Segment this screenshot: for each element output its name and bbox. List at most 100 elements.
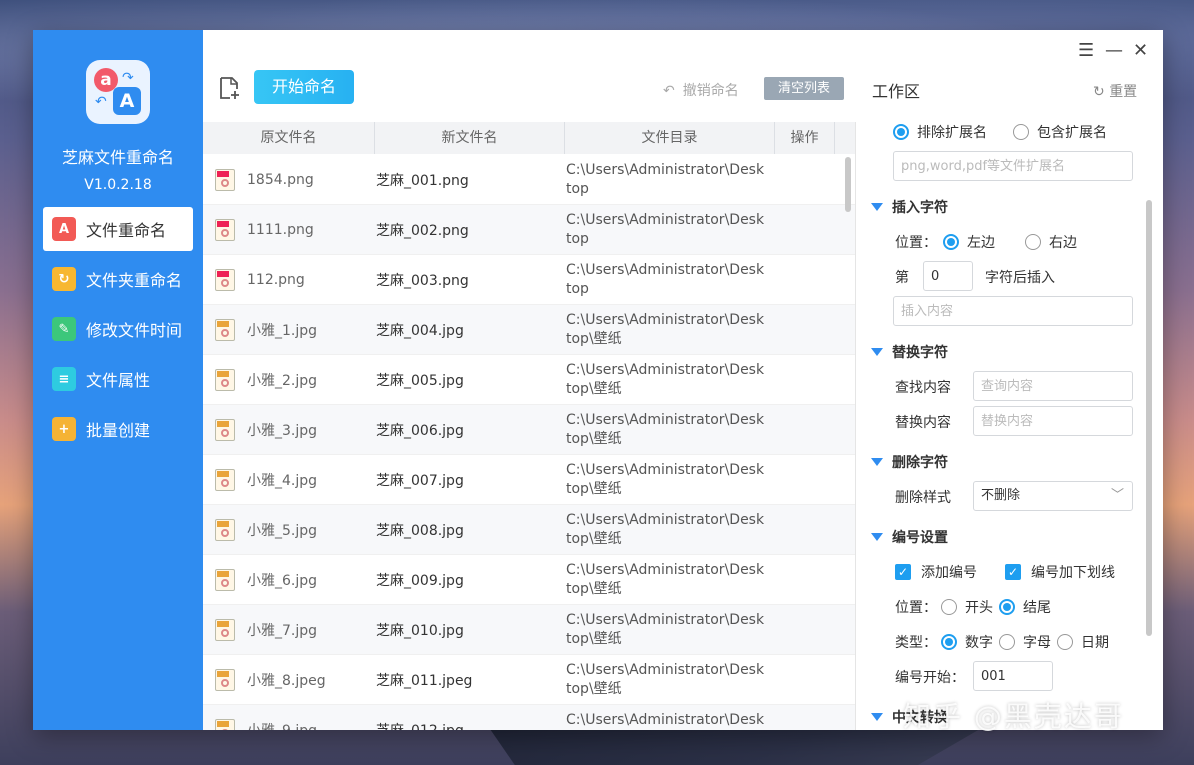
table-row[interactable]: 小雅_2.jpg 芝麻_005.jpg C:\Users\Administrator…: [203, 355, 855, 405]
folder-rename-icon: ↻: [52, 267, 76, 291]
new-name-cell: 芝麻_011.jpeg: [376, 672, 473, 689]
close-icon[interactable]: ✕: [1133, 40, 1148, 61]
column-header[interactable]: 原文件名: [203, 122, 375, 154]
table-row[interactable]: 1111.png 芝麻_002.png C:\Users\Administrator…: [203, 205, 855, 255]
sidebar-item-file-attr[interactable]: ≡ 文件属性: [43, 357, 193, 401]
radio-type-digit[interactable]: [941, 634, 957, 650]
add-file-icon[interactable]: [218, 76, 240, 100]
clear-list-button[interactable]: 清空列表: [764, 77, 844, 100]
sidebar-item-folder-rename[interactable]: ↻ 文件夹重命名: [43, 257, 193, 301]
original-name-cell: 小雅_8.jpeg: [203, 668, 375, 691]
original-name-cell: 小雅_6.jpg: [203, 568, 375, 591]
file-rename-icon: A: [52, 217, 76, 241]
collapse-triangle-icon: [871, 348, 883, 356]
column-header[interactable]: 操作: [775, 122, 835, 154]
extension-input[interactable]: [893, 151, 1133, 181]
sidebar-item-label: 文件属性: [86, 371, 151, 390]
ext-exclude-option[interactable]: 排除扩展名: [893, 122, 987, 142]
section-insert[interactable]: 插入字符: [871, 197, 948, 217]
reset-button[interactable]: ↻ 重置: [1093, 81, 1137, 101]
new-name-cell: 芝麻_005.jpg: [376, 372, 464, 389]
collapse-triangle-icon: [871, 458, 883, 466]
insert-position-input[interactable]: [923, 261, 973, 291]
sidebar-item-label: 文件夹重命名: [86, 271, 183, 290]
ext-include-option[interactable]: 包含扩展名: [1013, 122, 1107, 142]
file-attr-icon: ≡: [52, 367, 76, 391]
original-name-cell: 1854.png: [203, 168, 375, 191]
directory-cell: C:\Users\Administrator\Desktop\壁纸: [566, 461, 765, 497]
section-number[interactable]: 编号设置: [871, 527, 948, 547]
table-row[interactable]: 小雅_4.jpg 芝麻_007.jpg C:\Users\Administrator…: [203, 455, 855, 505]
table-row[interactable]: 小雅_9.jpg芝麻_012.jpgC:\Users\Administrator…: [203, 705, 855, 730]
panel-divider: [855, 122, 856, 730]
jpg-file-icon: [215, 418, 235, 441]
insert-content-input[interactable]: [893, 296, 1133, 326]
section-replace[interactable]: 替换字符: [871, 342, 948, 362]
sidebar-item-file-time[interactable]: ✎ 修改文件时间: [43, 307, 193, 351]
table-row[interactable]: 112.png 芝麻_003.png C:\Users\Administrator\…: [203, 255, 855, 305]
add-number-checkbox[interactable]: ✓ 添加编号: [895, 562, 977, 582]
table-row[interactable]: 1854.png 芝麻_001.png C:\Users\Administrator…: [203, 155, 855, 205]
app-name: 芝麻文件重命名: [61, 148, 174, 167]
delete-style-select[interactable]: 不删除 ﹀: [973, 481, 1133, 511]
table-row[interactable]: 小雅_6.jpg 芝麻_009.jpg C:\Users\Administrator…: [203, 555, 855, 605]
start-rename-button[interactable]: 开始命名: [254, 70, 354, 104]
sidebar-item-batch-create[interactable]: + 批量创建: [43, 407, 193, 451]
table-row[interactable]: 小雅_8.jpeg 芝麻_011.jpeg C:\Users\Administrat…: [203, 655, 855, 705]
chevron-down-icon: ﹀: [1110, 488, 1124, 503]
app-window: a ↷ ↶ A 芝麻文件重命名 V1.0.2.18 A 文件重命名 ↻ 文件夹重…: [33, 30, 1163, 733]
jpg-file-icon: [215, 618, 235, 641]
original-name-cell: 小雅_9.jpg: [203, 718, 375, 730]
table-row[interactable]: 小雅_1.jpg 芝麻_004.jpg C:\Users\Administrator…: [203, 305, 855, 355]
radio-exclude[interactable]: [893, 124, 909, 140]
radio-insert-right[interactable]: [1025, 234, 1041, 250]
table-row[interactable]: 小雅_3.jpg 芝麻_006.jpg C:\Users\Administrator…: [203, 405, 855, 455]
menu-icon[interactable]: ☰: [1078, 40, 1094, 61]
sidebar: a ↷ ↶ A 芝麻文件重命名 V1.0.2.18 A 文件重命名 ↻ 文件夹重…: [33, 30, 203, 730]
new-name-cell: 芝麻_001.png: [376, 172, 469, 189]
number-type-row: 类型： 数字 字母 日期: [895, 634, 1109, 651]
checkbox-checked-icon[interactable]: ✓: [1005, 564, 1021, 580]
minimize-icon[interactable]: —: [1105, 40, 1123, 61]
radio-number-head[interactable]: [941, 599, 957, 615]
table-row[interactable]: 小雅_5.jpg 芝麻_008.jpg C:\Users\Administrator…: [203, 505, 855, 555]
app-logo-icon: a ↷ ↶ A: [86, 60, 150, 124]
find-input[interactable]: [973, 371, 1133, 401]
table-scrollbar[interactable]: [845, 157, 851, 212]
panel-scrollbar[interactable]: [1146, 200, 1152, 636]
directory-cell: C:\Users\Administrator\Desktop\壁纸: [566, 411, 765, 447]
column-header[interactable]: 文件目录: [565, 122, 775, 154]
table-row[interactable]: 小雅_7.jpg 芝麻_010.jpg C:\Users\Administrator…: [203, 605, 855, 655]
column-header[interactable]: 新文件名: [375, 122, 565, 154]
refresh-icon: ↻: [1093, 84, 1105, 100]
collapse-triangle-icon: [871, 713, 883, 721]
section-delete[interactable]: 删除字符: [871, 452, 948, 472]
original-name-cell: 小雅_3.jpg: [203, 418, 375, 441]
radio-number-tail[interactable]: [999, 599, 1015, 615]
table-header: 原文件名 新文件名 文件目录 操作: [203, 122, 855, 154]
original-name-cell: 112.png: [203, 268, 375, 291]
replace-input[interactable]: [973, 406, 1133, 436]
png-file-icon: [215, 168, 235, 191]
original-name-cell: 小雅_4.jpg: [203, 468, 375, 491]
radio-type-date[interactable]: [1057, 634, 1073, 650]
watermark: 知乎 @黑壳达哥: [903, 700, 1124, 733]
undo-rename-button[interactable]: ↶ 撤销命名: [663, 80, 739, 100]
number-underline-checkbox[interactable]: ✓ 编号加下划线: [1005, 562, 1115, 582]
radio-type-letter[interactable]: [999, 634, 1015, 650]
app-version: V1.0.2.18: [84, 177, 152, 193]
radio-insert-left[interactable]: [943, 234, 959, 250]
number-start-input[interactable]: [973, 661, 1053, 691]
number-position-row: 位置： 开头 结尾: [895, 599, 1051, 616]
original-name-cell: 小雅_2.jpg: [203, 368, 375, 391]
checkbox-checked-icon[interactable]: ✓: [895, 564, 911, 580]
new-name-cell: 芝麻_003.png: [376, 272, 469, 289]
directory-cell: C:\Users\Administrator\Desktop: [566, 161, 765, 197]
directory-cell: C:\Users\Administrator\Desktop: [566, 211, 765, 247]
original-name-cell: 小雅_7.jpg: [203, 618, 375, 641]
radio-include[interactable]: [1013, 124, 1029, 140]
directory-cell: C:\Users\Administrator\Desktop: [566, 711, 765, 728]
sidebar-nav: A 文件重命名 ↻ 文件夹重命名 ✎ 修改文件时间 ≡ 文件属性 + 批量创建: [43, 207, 193, 457]
original-name-cell: 1111.png: [203, 218, 375, 241]
sidebar-item-file-rename[interactable]: A 文件重命名: [43, 207, 193, 251]
